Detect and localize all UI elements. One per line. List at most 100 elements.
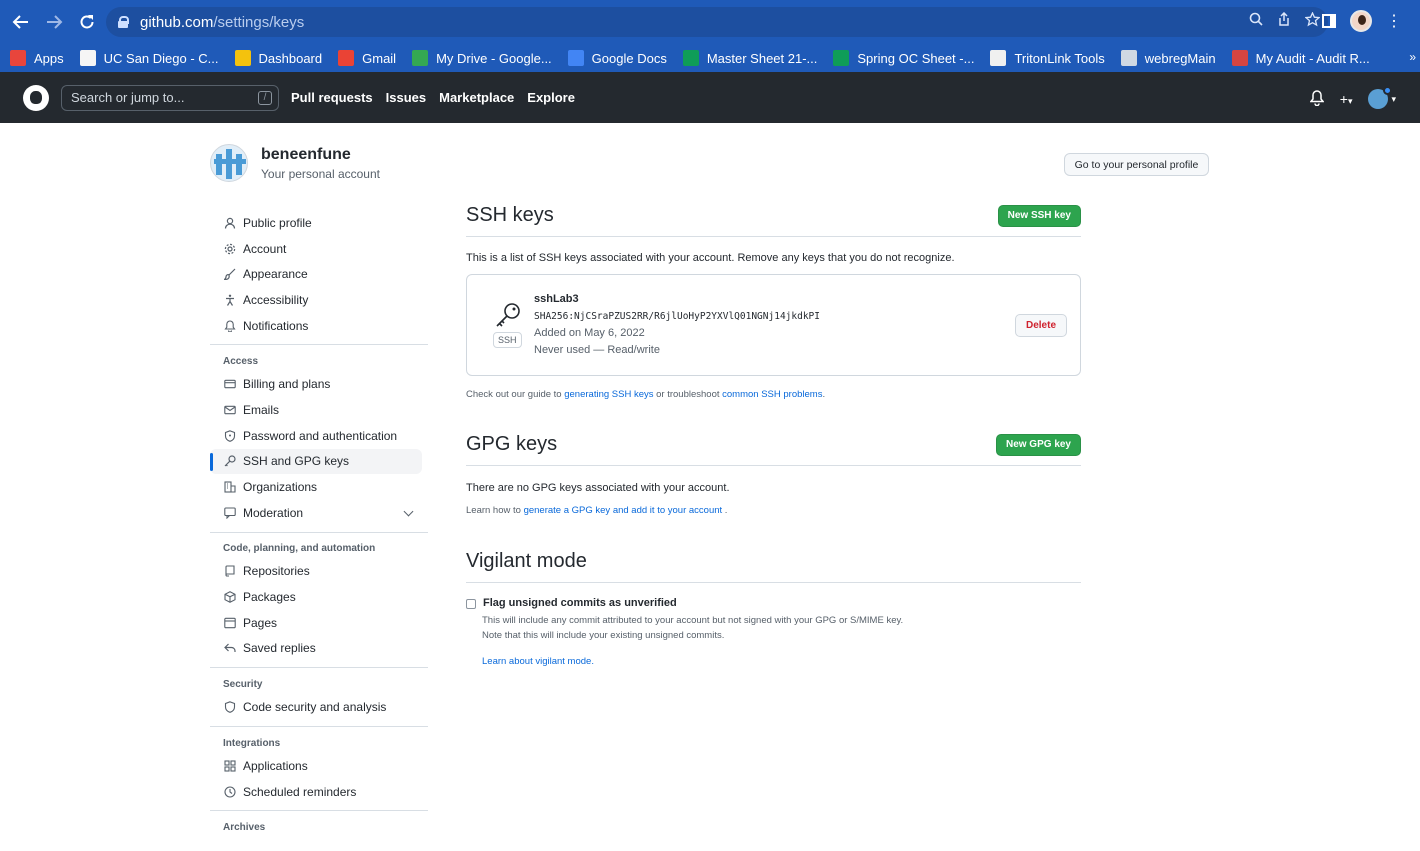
github-logo-icon[interactable] bbox=[23, 84, 49, 111]
reload-icon[interactable] bbox=[72, 7, 102, 37]
sidebar-item-applications[interactable]: Applications bbox=[210, 753, 428, 779]
guide-text: or troubleshoot bbox=[653, 389, 723, 400]
nav-explore[interactable]: Explore bbox=[527, 90, 575, 105]
reply-icon bbox=[223, 642, 236, 655]
forward-icon[interactable] bbox=[39, 7, 69, 37]
learn-vigilant-mode-link[interactable]: Learn about vigilant mode. bbox=[482, 656, 1081, 667]
ssh-key-fingerprint: SHA256:NjCSraPZUS2RR/R6jlUoHyP2YXVlQ01NG… bbox=[534, 311, 820, 322]
generate-gpg-key-link[interactable]: generate a GPG key and add it to your ac… bbox=[524, 505, 723, 516]
nav-pull-requests[interactable]: Pull requests bbox=[291, 90, 373, 105]
user-menu-button[interactable]: ▾ bbox=[1368, 86, 1396, 109]
sidebar-item-organizations[interactable]: Organizations bbox=[210, 474, 428, 500]
github-header: Search or jump to... / Pull requests Iss… bbox=[0, 72, 1420, 123]
chevron-down-icon[interactable] bbox=[403, 506, 414, 517]
sidebar-item-password-auth[interactable]: Password and authentication bbox=[210, 423, 428, 449]
apps-grid-icon bbox=[10, 50, 26, 66]
sidebar-item-label: Billing and plans bbox=[243, 377, 331, 392]
sidebar-item-label: Organizations bbox=[243, 480, 318, 495]
bookmark-item[interactable]: TritonLink Tools bbox=[990, 50, 1105, 66]
side-panel-icon[interactable] bbox=[1322, 14, 1336, 28]
username[interactable]: beneenfune bbox=[261, 146, 380, 164]
go-to-profile-button[interactable]: Go to your personal profile bbox=[1064, 153, 1209, 176]
zoom-icon[interactable] bbox=[1249, 12, 1263, 32]
nav-issues[interactable]: Issues bbox=[386, 90, 426, 105]
sidebar-group-code: Code, planning, and automation bbox=[223, 543, 376, 555]
bookmark-item[interactable]: UC San Diego - C... bbox=[79, 50, 219, 66]
mail-icon bbox=[223, 403, 236, 416]
sidebar-item-code-security[interactable]: Code security and analysis bbox=[210, 694, 428, 720]
learn-text: Learn how to bbox=[466, 505, 524, 516]
sidebar-item-repositories[interactable]: Repositories bbox=[210, 559, 428, 585]
create-new-button[interactable]: +▾ bbox=[1340, 91, 1353, 107]
clock-icon bbox=[223, 785, 236, 798]
bookmark-item[interactable]: Apps bbox=[10, 50, 64, 66]
caret-icon: ▾ bbox=[1347, 96, 1353, 106]
sidebar-group-archives: Archives bbox=[223, 821, 266, 833]
sidebar-item-accessibility[interactable]: Accessibility bbox=[210, 287, 428, 313]
url-text: github.com/settings/keys bbox=[140, 13, 305, 31]
browser-profile-avatar[interactable] bbox=[1350, 10, 1372, 32]
bookmark-item[interactable]: webregMain bbox=[1120, 50, 1216, 66]
sidebar-item-ssh-gpg-keys[interactable]: SSH and GPG keys bbox=[210, 448, 422, 475]
bookmark-item[interactable]: Master Sheet 21-... bbox=[682, 50, 817, 66]
bookmark-item[interactable]: Google Docs bbox=[567, 50, 667, 66]
ssh-key-added-date: Added on May 6, 2022 bbox=[534, 327, 645, 339]
bookmark-label: Spring OC Sheet -... bbox=[857, 50, 975, 66]
sidebar-item-label: Scheduled reminders bbox=[243, 784, 357, 799]
delete-ssh-key-button[interactable]: Delete bbox=[1014, 314, 1067, 337]
sidebar-item-packages[interactable]: Packages bbox=[210, 584, 428, 610]
new-gpg-key-button[interactable]: New GPG key bbox=[995, 433, 1081, 456]
shield-icon bbox=[223, 701, 236, 714]
bookmark-item[interactable]: My Drive - Google... bbox=[412, 50, 552, 66]
sidebar-item-notifications[interactable]: Notifications bbox=[210, 313, 428, 339]
bookmark-favicon-icon bbox=[412, 50, 429, 66]
ssh-guide-note: Check out our guide to generating SSH ke… bbox=[466, 389, 1081, 400]
bookmark-label: Dashboard bbox=[258, 50, 323, 66]
search-input[interactable]: Search or jump to... / bbox=[61, 84, 279, 111]
organization-icon bbox=[223, 481, 236, 494]
vigilant-mode-checkbox[interactable] bbox=[466, 599, 476, 609]
sidebar-item-label: Saved replies bbox=[243, 641, 316, 656]
bookmark-label: Apps bbox=[34, 50, 64, 66]
bookmark-item[interactable]: My Audit - Audit R... bbox=[1231, 50, 1370, 66]
new-ssh-key-button[interactable]: New SSH key bbox=[997, 204, 1081, 227]
star-icon[interactable] bbox=[1304, 11, 1321, 32]
sidebar-item-billing[interactable]: Billing and plans bbox=[210, 371, 428, 397]
account-type: Your personal account bbox=[261, 166, 380, 181]
sidebar-item-pages[interactable]: Pages bbox=[210, 610, 428, 636]
bookmark-item[interactable]: Spring OC Sheet -... bbox=[833, 50, 974, 66]
sidebar-item-appearance[interactable]: Appearance bbox=[210, 261, 428, 287]
gpg-section-header: GPG keys New GPG key bbox=[466, 433, 1081, 466]
ssh-key-usage: Never used — Read/write bbox=[534, 344, 660, 356]
common-ssh-problems-link[interactable]: common SSH problems bbox=[722, 389, 822, 400]
avatar bbox=[1368, 86, 1393, 109]
address-bar[interactable]: github.com/settings/keys bbox=[106, 7, 1328, 37]
sidebar-item-saved-replies[interactable]: Saved replies bbox=[210, 636, 428, 662]
notifications-bell-icon[interactable] bbox=[1309, 89, 1325, 109]
bookmarks-overflow-icon[interactable]: » bbox=[1409, 50, 1416, 64]
search-placeholder: Search or jump to... bbox=[71, 90, 185, 105]
sidebar-item-account[interactable]: Account bbox=[210, 236, 428, 262]
nav-marketplace[interactable]: Marketplace bbox=[439, 90, 514, 105]
ssh-key-item: SSH sshLab3 SHA256:NjCSraPZUS2RR/R6jlUoH… bbox=[466, 274, 1081, 376]
menu-icon[interactable]: ⋮ bbox=[1386, 11, 1402, 31]
sidebar-item-label: Code security and analysis bbox=[243, 700, 387, 715]
divider bbox=[210, 726, 428, 727]
share-icon[interactable] bbox=[1277, 11, 1291, 32]
package-icon bbox=[223, 591, 236, 604]
sidebar-item-emails[interactable]: Emails bbox=[210, 397, 428, 423]
sidebar-item-moderation[interactable]: Moderation bbox=[210, 500, 428, 526]
sidebar-item-public-profile[interactable]: Public profile bbox=[210, 210, 428, 236]
bell-icon bbox=[223, 319, 236, 332]
accessibility-icon bbox=[223, 293, 236, 306]
bookmark-item[interactable]: Dashboard bbox=[234, 50, 323, 66]
avatar[interactable] bbox=[210, 144, 248, 182]
generating-ssh-keys-link[interactable]: generating SSH keys bbox=[564, 389, 653, 400]
search-shortcut-key: / bbox=[258, 90, 272, 105]
account-header: beneenfune Your personal account bbox=[210, 144, 380, 182]
back-icon[interactable] bbox=[6, 7, 36, 37]
vigilant-mode-label[interactable]: Flag unsigned commits as unverified bbox=[483, 597, 677, 609]
bookmark-label: My Drive - Google... bbox=[436, 50, 552, 66]
sidebar-item-scheduled-reminders[interactable]: Scheduled reminders bbox=[210, 779, 428, 805]
bookmark-item[interactable]: Gmail bbox=[338, 50, 396, 66]
